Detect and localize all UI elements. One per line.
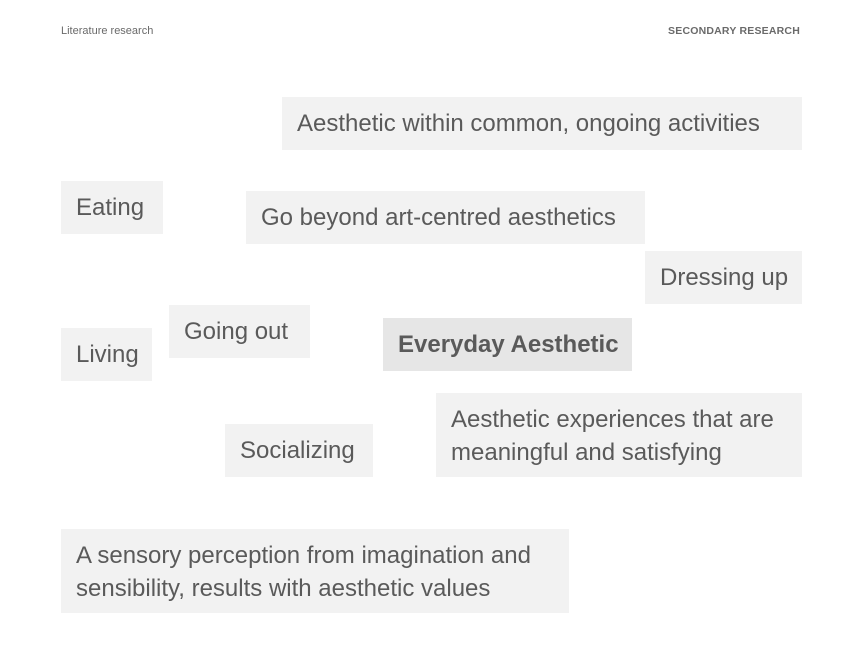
tag-everyday-aesthetic: Everyday Aesthetic <box>383 318 632 371</box>
tag-everyday-aesthetic-text: Everyday Aesthetic <box>398 331 619 358</box>
tag-socializing: Socializing <box>225 424 373 477</box>
tag-beyond-art: Go beyond art-centred aesthetics <box>246 191 645 244</box>
tag-living-text: Living <box>76 341 139 368</box>
tag-meaningful-line1: Aesthetic experiences that are <box>451 406 774 433</box>
tag-eating: Eating <box>61 181 163 234</box>
tag-going-out-text: Going out <box>184 318 289 345</box>
tag-meaningful: Aesthetic experiences that are meaningfu… <box>436 393 802 477</box>
tag-sensory-line2: sensibility, results with aesthetic valu… <box>76 575 491 602</box>
tag-meaningful-line2: meaningful and satisfying <box>451 439 722 466</box>
tag-eating-text: Eating <box>76 194 145 221</box>
tag-dressing-up-text: Dressing up <box>660 264 789 291</box>
section-label: Literature research <box>61 25 154 37</box>
tag-common-activities: Aesthetic within common, ongoing activit… <box>282 97 802 150</box>
tag-beyond-art-text: Go beyond art-centred aesthetics <box>261 204 616 231</box>
tag-going-out: Going out <box>169 305 310 358</box>
tag-dressing-up: Dressing up <box>645 251 802 304</box>
tag-sensory-line1: A sensory perception from imagination an… <box>76 542 531 569</box>
tag-sensory-perception: A sensory perception from imagination an… <box>61 529 569 613</box>
category-label: SECONDARY RESEARCH <box>668 25 800 37</box>
tag-socializing-text: Socializing <box>240 437 355 464</box>
tag-living: Living <box>61 328 152 381</box>
tag-common-activities-text: Aesthetic within common, ongoing activit… <box>297 110 760 137</box>
